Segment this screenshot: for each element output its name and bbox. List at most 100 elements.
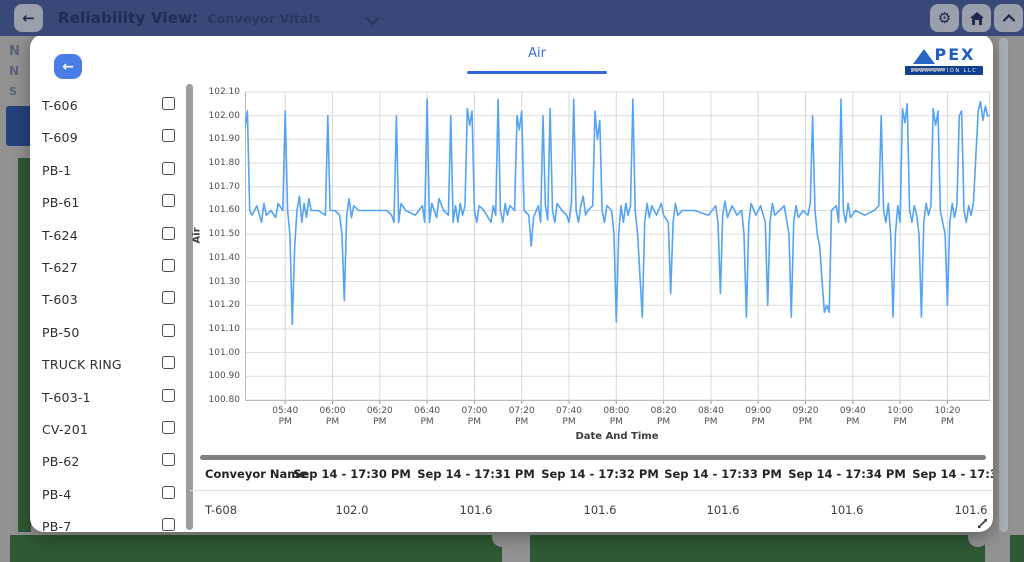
conveyor-name-label: T-603 (42, 292, 78, 307)
y-tick-label: 101.70 (188, 182, 240, 192)
conveyor-checkbox[interactable] (162, 227, 175, 240)
x-tick-label: 08:40PM (689, 406, 733, 427)
page-vertical-scrollbar[interactable] (999, 38, 1008, 532)
air-line-chart (245, 90, 990, 406)
conveyor-checkbox[interactable] (162, 324, 175, 337)
left-arrow-icon: ← (62, 59, 74, 75)
x-tick-label: 06:00PM (311, 406, 355, 427)
conveyor-name-label: T-609 (42, 130, 78, 145)
conveyor-checkbox[interactable] (162, 421, 175, 434)
table-value-cell: 101.6 (653, 503, 793, 517)
conveyor-checkbox[interactable] (162, 97, 175, 110)
background-green-tile (530, 535, 985, 562)
y-tick-label: 101.90 (188, 134, 240, 144)
y-tick-label: 101.30 (188, 277, 240, 287)
table-value-cell: 101.6 (406, 503, 546, 517)
conveyor-checkbox[interactable] (162, 162, 175, 175)
left-arrow-icon: ← (22, 9, 35, 27)
conveyor-list-item[interactable]: PB-61 (42, 192, 178, 212)
conveyor-checkbox[interactable] (162, 389, 175, 402)
conveyor-name-label: T-627 (42, 260, 78, 275)
apex-logo-base (911, 68, 945, 71)
x-tick-label: 05:40PM (263, 406, 307, 427)
table-header-cell: Sep 14 - 17:35 PM (901, 467, 993, 481)
conveyor-checkbox[interactable] (162, 194, 175, 207)
home-icon (970, 12, 984, 25)
conveyor-checkbox[interactable] (162, 486, 175, 499)
view-selector-value: Conveyor Vitals (207, 11, 320, 26)
conveyor-name-label: PB-62 (42, 454, 80, 469)
x-tick-label: 09:00PM (736, 406, 780, 427)
conveyor-checkbox[interactable] (162, 129, 175, 142)
x-tick-label: 08:00PM (594, 406, 638, 427)
conveyor-list-item[interactable]: PB-62 (42, 451, 178, 471)
conveyor-vitals-modal: ← Air PEX LUBRICATION LLC T-606T-609PB-1… (30, 34, 993, 532)
background-text-fragment: S (9, 85, 17, 98)
table-value-cell: 101.6 (777, 503, 917, 517)
table-value-cell: 101.6 (530, 503, 670, 517)
conveyor-list-item[interactable]: T-606 (42, 95, 178, 115)
x-tick-label: 06:20PM (358, 406, 402, 427)
conveyor-list-item[interactable]: T-609 (42, 127, 178, 147)
x-tick-label: 09:40PM (831, 406, 875, 427)
table-header-cell: Sep 14 - 17:33 PM (653, 467, 793, 481)
conveyor-list-item[interactable]: T-603 (42, 289, 178, 309)
conveyor-name-label: PB-50 (42, 325, 80, 340)
table-horizontal-scrollbar[interactable] (200, 455, 986, 460)
x-tick-label: 08:20PM (642, 406, 686, 427)
chevron-down-icon[interactable] (366, 11, 379, 30)
conveyor-list-item[interactable]: PB-4 (42, 484, 178, 504)
y-tick-label: 102.10 (188, 87, 240, 97)
conveyor-name-label: PB-61 (42, 195, 80, 210)
conveyor-checkbox[interactable] (162, 453, 175, 466)
conveyor-list-item[interactable]: PB-50 (42, 322, 178, 342)
conveyor-name-label: PB-1 (42, 163, 71, 178)
x-tick-label: 09:20PM (784, 406, 828, 427)
table-header-cell: Sep 14 - 17:32 PM (530, 467, 670, 481)
y-tick-label: 101.10 (188, 324, 240, 334)
background-green-tile (1010, 535, 1024, 562)
y-tick-label: 100.80 (188, 395, 240, 405)
x-tick-label: 10:20PM (925, 406, 969, 427)
chevron-up-icon (1003, 14, 1015, 22)
y-tick-label: 101.50 (188, 229, 240, 239)
settings-button[interactable]: ⚙ (930, 4, 959, 32)
tab-air[interactable]: Air (467, 46, 607, 61)
collapse-up-button[interactable] (994, 4, 1023, 32)
background-text-fragment: N (9, 64, 19, 78)
y-tick-label: 101.80 (188, 158, 240, 168)
conveyor-name-label: T-603-1 (42, 390, 91, 405)
conveyor-list-item[interactable]: CV-201 (42, 419, 178, 439)
conveyor-checkbox[interactable] (162, 356, 175, 369)
gear-icon: ⚙ (938, 9, 951, 27)
table-header-cell: Sep 14 - 17:34 PM (777, 467, 917, 481)
conveyor-name-label: CV-201 (42, 422, 88, 437)
table-header-divider (190, 490, 993, 491)
y-tick-label: 101.00 (188, 348, 240, 358)
table-value-cell: 101.6 (901, 503, 993, 517)
conveyor-list-item[interactable]: PB-7 (42, 516, 178, 532)
conveyor-checkbox[interactable] (162, 291, 175, 304)
conveyor-name-label: T-606 (42, 98, 78, 113)
conveyor-list-item[interactable]: T-627 (42, 257, 178, 277)
modal-back-button[interactable]: ← (54, 54, 82, 79)
conveyor-list-item[interactable]: T-603-1 (42, 387, 178, 407)
resize-handle-icon[interactable] (976, 517, 989, 530)
home-button[interactable] (962, 4, 991, 32)
x-tick-label: 07:00PM (452, 406, 496, 427)
y-tick-label: 100.90 (188, 371, 240, 381)
x-tick-label: 10:00PM (878, 406, 922, 427)
conveyor-list-item[interactable]: TRUCK RING (42, 354, 178, 374)
view-title: Reliability View: Conveyor Vitals (58, 0, 321, 36)
back-button[interactable]: ← (14, 4, 43, 32)
conveyor-name-label: TRUCK RING (42, 357, 122, 372)
x-tick-label: 07:40PM (547, 406, 591, 427)
table-value-cell: 102.0 (282, 503, 422, 517)
conveyor-list-item[interactable]: T-624 (42, 225, 178, 245)
table-header-cell: Sep 14 - 17:30 PM (282, 467, 422, 481)
conveyor-checkbox[interactable] (162, 259, 175, 272)
table-conveyor-name-cell: T-608 (205, 503, 237, 517)
background-green-tile (10, 535, 502, 562)
conveyor-list-item[interactable]: PB-1 (42, 160, 178, 180)
conveyor-checkbox[interactable] (162, 518, 175, 531)
